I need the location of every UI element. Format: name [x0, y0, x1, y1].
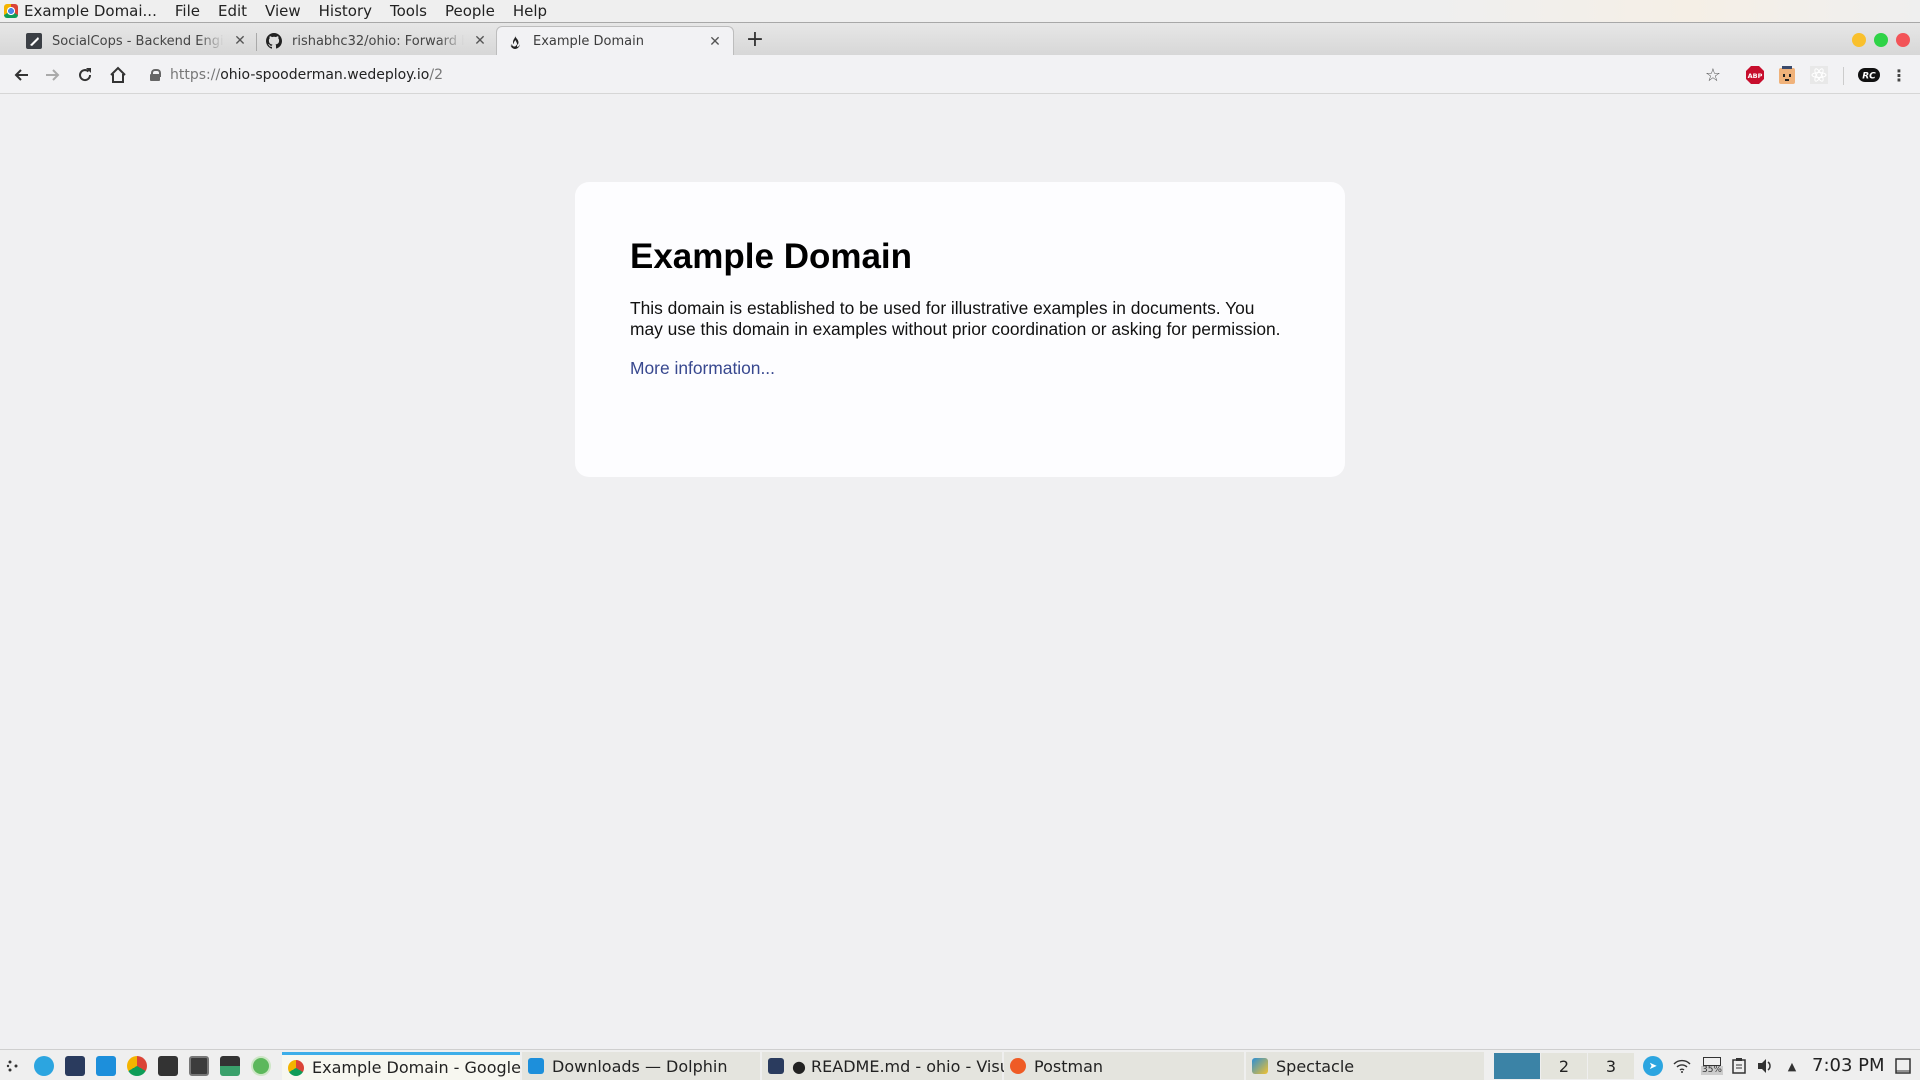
content-card: Example Domain This domain is establishe… — [575, 182, 1345, 477]
arrow-left-icon — [14, 69, 28, 81]
show-desktop-icon[interactable] — [1893, 1056, 1913, 1076]
download-icon[interactable] — [251, 1056, 271, 1076]
toolbar-separator — [1843, 67, 1844, 85]
file-manager-icon[interactable] — [96, 1056, 116, 1076]
maximize-button[interactable] — [1874, 33, 1888, 47]
vscode-icon — [768, 1058, 784, 1074]
url-text[interactable]: https://ohio-spooderman.wedeploy.io/2 — [170, 67, 443, 83]
task-spectacle[interactable]: Spectacle — [1246, 1052, 1484, 1080]
settings-icon[interactable] — [158, 1056, 178, 1076]
telegram-icon[interactable] — [34, 1056, 54, 1076]
tab-title: SocialCops - Backend Engineer — [52, 33, 224, 49]
bookmark-star-icon[interactable]: ☆ — [1703, 65, 1723, 86]
page-viewport: Example Domain This domain is establishe… — [0, 94, 1920, 1049]
menu-file[interactable]: File — [175, 2, 200, 20]
tab-socialcops[interactable]: SocialCops - Backend Engineer ✕ — [26, 26, 248, 56]
window-title: Example Domai... — [24, 2, 157, 20]
desktop-2[interactable]: 2 — [1541, 1053, 1587, 1079]
task-dolphin[interactable]: Downloads — Dolphin — [522, 1052, 760, 1080]
wifi-icon[interactable] — [1672, 1056, 1692, 1076]
menu-help[interactable]: Help — [513, 2, 547, 20]
vscode-icon[interactable] — [65, 1056, 85, 1076]
reload-icon — [79, 68, 92, 82]
tab-title: Example Domain — [533, 34, 644, 49]
chrome-icon[interactable] — [127, 1056, 147, 1076]
github-icon — [266, 33, 282, 49]
svg-text:ABP: ABP — [1748, 72, 1763, 80]
spectacle-icon — [1252, 1058, 1268, 1074]
battery-percent: 35% — [1700, 1065, 1723, 1075]
battery-icon[interactable]: 35% — [1700, 1056, 1724, 1076]
socialcops-icon — [26, 33, 42, 49]
menu-people[interactable]: People — [445, 2, 495, 20]
tab-separator — [256, 33, 257, 51]
minimize-button[interactable] — [1852, 33, 1866, 47]
app-menubar: Example Domai... File Edit View History … — [0, 0, 1920, 22]
close-icon[interactable]: ✕ — [232, 33, 248, 49]
desktop-3[interactable]: 3 — [1588, 1053, 1634, 1079]
close-icon[interactable]: ✕ — [472, 33, 488, 49]
menu-tools[interactable]: Tools — [390, 2, 427, 20]
task-label: Example Domain - Google ... — [312, 1058, 542, 1077]
address-bar[interactable]: https://ohio-spooderman.wedeploy.io/2 — [150, 61, 1710, 89]
task-label: ● README.md - ohio - Visu... — [792, 1056, 1026, 1076]
menu-edit[interactable]: Edit — [218, 2, 247, 20]
task-postman[interactable]: Postman — [1004, 1052, 1244, 1080]
chrome-icon — [4, 4, 18, 18]
task-chrome[interactable]: Example Domain - Google ... — [282, 1052, 541, 1080]
volume-icon[interactable] — [1755, 1056, 1775, 1076]
more-information-link[interactable]: More information... — [630, 358, 775, 378]
tab-example-domain[interactable]: Example Domain ✕ — [496, 26, 734, 56]
clock[interactable]: 7:03 PM — [1812, 1055, 1885, 1076]
tab-strip: SocialCops - Backend Engineer ✕ rishabhc… — [0, 22, 1920, 56]
adblock-plus-icon[interactable]: ABP — [1745, 65, 1765, 85]
task-label: Spectacle — [1276, 1056, 1355, 1076]
telegram-tray-icon[interactable]: ➤ — [1643, 1056, 1663, 1076]
page-paragraph: This domain is established to be used fo… — [630, 298, 1281, 339]
home-button[interactable] — [106, 63, 130, 87]
extension-face-icon[interactable] — [1777, 65, 1797, 85]
task-label: Postman — [1034, 1056, 1104, 1076]
flame-icon — [507, 34, 523, 50]
taskbar: Example Domain - Google ... Downloads — … — [0, 1049, 1920, 1080]
home-icon — [110, 66, 126, 83]
tray-expand-icon[interactable]: ▲ — [1782, 1056, 1802, 1076]
desktop-1[interactable] — [1494, 1053, 1540, 1079]
close-window-button[interactable] — [1896, 33, 1910, 47]
menu-view[interactable]: View — [265, 2, 301, 20]
kebab-menu-icon[interactable]: ⋮ — [1889, 65, 1909, 85]
app-launcher-icon[interactable] — [4, 1056, 24, 1076]
folder-icon — [528, 1058, 544, 1074]
task-vscode[interactable]: ● README.md - ohio - Visu... — [762, 1052, 1025, 1080]
chrome-icon — [288, 1059, 304, 1076]
terminal-icon[interactable] — [189, 1056, 209, 1076]
menu-history[interactable]: History — [319, 2, 372, 20]
postman-icon — [1010, 1058, 1026, 1074]
arrow-right-icon — [46, 69, 60, 81]
react-devtools-icon[interactable] — [1809, 65, 1829, 85]
page-heading: Example Domain — [630, 237, 913, 276]
svg-text:RC: RC — [1862, 72, 1876, 82]
reload-button[interactable] — [73, 63, 97, 87]
clipboard-icon[interactable] — [1729, 1056, 1749, 1076]
tab-github[interactable]: rishabhc32/ohio: Forward http ✕ — [266, 26, 488, 56]
new-tab-button[interactable]: + — [745, 27, 765, 52]
back-button[interactable] — [9, 63, 33, 87]
lock-icon — [150, 69, 161, 81]
rc-extension-icon[interactable]: RC — [1858, 65, 1880, 85]
task-label: Downloads — Dolphin — [552, 1056, 728, 1076]
browser-toolbar: https://ohio-spooderman.wedeploy.io/2 ☆ … — [0, 55, 1920, 94]
close-icon[interactable]: ✕ — [707, 34, 723, 50]
tab-title: rishabhc32/ohio: Forward http — [292, 33, 464, 49]
system-monitor-icon[interactable] — [220, 1056, 240, 1076]
forward-button[interactable] — [41, 63, 65, 87]
